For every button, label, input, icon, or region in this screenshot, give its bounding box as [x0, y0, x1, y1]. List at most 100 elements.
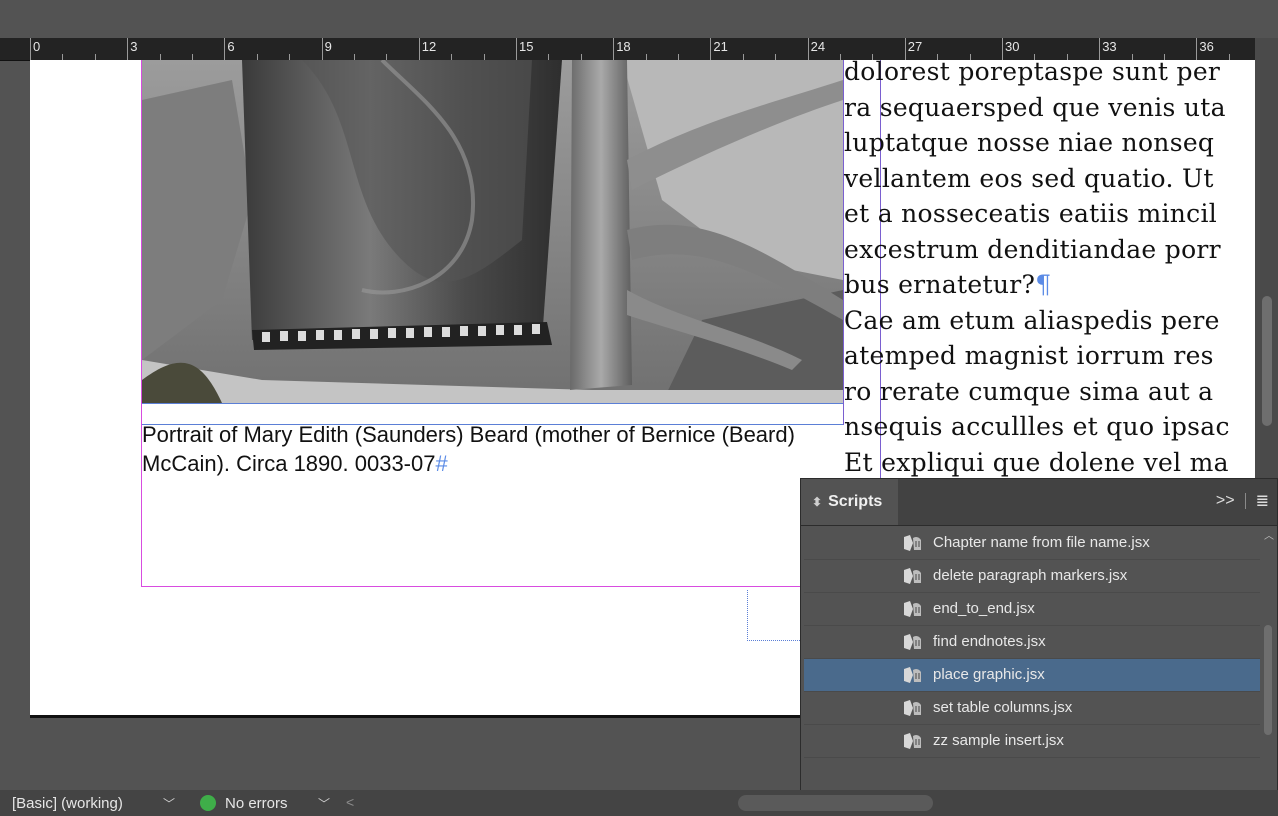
ruler-label: 30 — [1005, 39, 1020, 54]
ruler-tick — [904, 38, 906, 60]
script-file-icon — [904, 535, 921, 551]
ruler-label: 9 — [324, 39, 332, 54]
body-text-line-content: Et expliqui que dolene vel ma — [844, 447, 1229, 477]
body-text-line: atemped magnist iorrum res — [844, 338, 1255, 374]
horizontal-scrollbar-thumb[interactable] — [738, 795, 933, 811]
ruler-label: 18 — [616, 39, 631, 54]
ruler-tick — [418, 38, 420, 60]
script-file-icon — [904, 601, 921, 617]
hamburger-menu-icon[interactable]: ≣ — [1256, 491, 1269, 511]
scripts-panel[interactable]: ⬍ Scripts >> ≣ Chapter name from file na… — [800, 478, 1278, 802]
ruler-label: 33 — [1102, 39, 1117, 54]
ruler-tick — [516, 38, 517, 60]
body-text-line: ra sequaersped que venis uta — [844, 90, 1255, 126]
ruler-label: 12 — [421, 39, 437, 54]
script-name: delete paragraph markers.jsx — [933, 567, 1128, 584]
body-text-line: Cae am etum aliaspedis pere — [844, 303, 1255, 339]
panel-header: ⬍ Scripts >> ≣ — [801, 479, 1277, 526]
ruler-label: 24 — [810, 39, 826, 54]
paragraph-mark: ¶ — [1035, 270, 1052, 299]
ruler-tick — [1099, 38, 1101, 60]
body-text-line: nsequis accullles et quo ipsac — [844, 409, 1255, 445]
script-name: end_to_end.jsx — [933, 600, 1035, 617]
tab-scripts[interactable]: ⬍ Scripts — [801, 479, 898, 525]
scroll-left-icon[interactable]: < — [346, 794, 354, 810]
body-text-frame[interactable]: dolorest poreptaspe sunt per ra sequaersp… — [844, 60, 1255, 480]
text-frame-edge — [141, 60, 142, 586]
body-text-line-content: excestrum denditiandae porr — [844, 234, 1221, 264]
body-text-line: dolorest poreptaspe sunt per — [844, 60, 1255, 90]
script-list-item[interactable]: end_to_end.jsx — [804, 593, 1260, 626]
status-bar: [Basic] (working) ﹀ No errors ﹀ < — [0, 790, 1278, 816]
chevron-down-icon[interactable]: ﹀ — [318, 795, 330, 812]
ruler-tick — [127, 38, 129, 60]
ruler-label: 36 — [1199, 39, 1214, 54]
body-text-line: luptatque nosse niae nonseq — [844, 125, 1255, 161]
page-shadow — [30, 715, 810, 718]
scroll-up-icon[interactable]: ︿ — [1264, 527, 1274, 542]
preflight-status[interactable]: No errors — [225, 795, 288, 812]
script-name: zz sample insert.jsx — [933, 732, 1064, 749]
ruler-label: 27 — [907, 39, 923, 54]
body-text-line-content: atemped magnist iorrum res — [844, 341, 1214, 370]
panel-controls: >> ≣ — [1216, 491, 1269, 511]
panel-scrollbar[interactable]: ︿ ﹀ — [1261, 527, 1275, 802]
ruler-tick — [1196, 38, 1198, 60]
script-file-icon — [904, 667, 921, 683]
script-file-icon — [904, 634, 921, 650]
panel-title: Scripts — [828, 493, 883, 510]
body-text-line-content: vellantem eos sed quatio. Ut — [844, 163, 1214, 193]
ruler-label: 3 — [130, 39, 138, 54]
script-list-item[interactable]: Chapter name from file name.jsx — [804, 527, 1260, 560]
script-name: place graphic.jsx — [933, 666, 1045, 683]
script-list-item[interactable]: set table columns.jsx — [804, 692, 1260, 725]
scrollbar-thumb[interactable] — [1264, 625, 1272, 735]
body-text-line: Et expliqui que dolene vel ma — [844, 445, 1255, 481]
body-text-line: vellantem eos sed quatio. Ut — [844, 161, 1255, 197]
horizontal-ruler[interactable]: 0 3 6 9 12 15 18 21 24 27 30 33 36 — [0, 38, 1255, 61]
body-text-line-content: nsequis accullles et quo ipsac — [844, 412, 1230, 441]
body-text-line-content: luptatque nosse niae nonseq — [844, 128, 1215, 157]
updown-arrows-icon[interactable]: ⬍ — [812, 495, 822, 509]
script-file-icon — [904, 700, 921, 716]
ruler-tick — [807, 38, 809, 60]
scripts-list: Chapter name from file name.jsx delete pa… — [804, 527, 1260, 758]
preflight-profile[interactable]: [Basic] (working) — [12, 795, 123, 812]
double-chevron-right-icon[interactable]: >> — [1216, 492, 1235, 510]
body-text-line-content: ra sequaersped que venis uta — [844, 92, 1226, 122]
body-text-line: excestrum denditiandae porr — [844, 232, 1255, 268]
script-name: set table columns.jsx — [933, 699, 1073, 716]
ruler-tick — [321, 38, 323, 60]
body-text-line-content: ro rerate cumque sima aut a — [844, 376, 1214, 406]
script-list-item[interactable]: find endnotes.jsx — [804, 626, 1260, 659]
end-of-story-marker: # — [435, 451, 448, 476]
portrait-photo[interactable] — [142, 60, 843, 404]
status-indicator-icon — [200, 795, 216, 811]
ruler-label: 6 — [227, 39, 235, 54]
script-list-item[interactable]: place graphic.jsx — [804, 659, 1260, 692]
script-file-icon — [904, 733, 921, 749]
ruler-tick — [224, 38, 226, 60]
script-list-item[interactable]: zz sample insert.jsx — [804, 725, 1260, 758]
body-text-line-content: et a nosseceatis eatiis mincil — [844, 199, 1218, 228]
ruler-label: 15 — [519, 39, 534, 54]
ruler-tick — [30, 38, 31, 60]
body-text-line-content: dolorest poreptaspe sunt per — [844, 60, 1221, 86]
portrait-photo-image — [142, 60, 843, 403]
chevron-down-icon[interactable]: ﹀ — [163, 795, 175, 812]
ruler-tick — [710, 38, 712, 60]
script-name: find endnotes.jsx — [933, 633, 1046, 650]
script-list-item[interactable]: delete paragraph markers.jsx — [804, 560, 1260, 593]
photo-caption[interactable]: Portrait of Mary Edith (Saunders) Beard … — [142, 420, 812, 478]
body-text-line: et a nosseceatis eatiis mincil — [844, 196, 1255, 232]
text-frame-edge — [141, 586, 811, 587]
ruler-label: 21 — [713, 39, 728, 54]
body-text-line: bus ernatetur?¶ — [844, 267, 1255, 303]
script-file-icon — [904, 568, 921, 584]
ruler-tick — [1002, 38, 1003, 60]
caption-text: Portrait of Mary Edith (Saunders) Beard … — [142, 422, 795, 476]
scrollbar-thumb[interactable] — [1262, 296, 1272, 426]
body-text-line: ro rerate cumque sima aut a — [844, 374, 1255, 410]
divider — [1244, 493, 1246, 509]
body-text-line-content: bus ernatetur? — [844, 270, 1036, 299]
